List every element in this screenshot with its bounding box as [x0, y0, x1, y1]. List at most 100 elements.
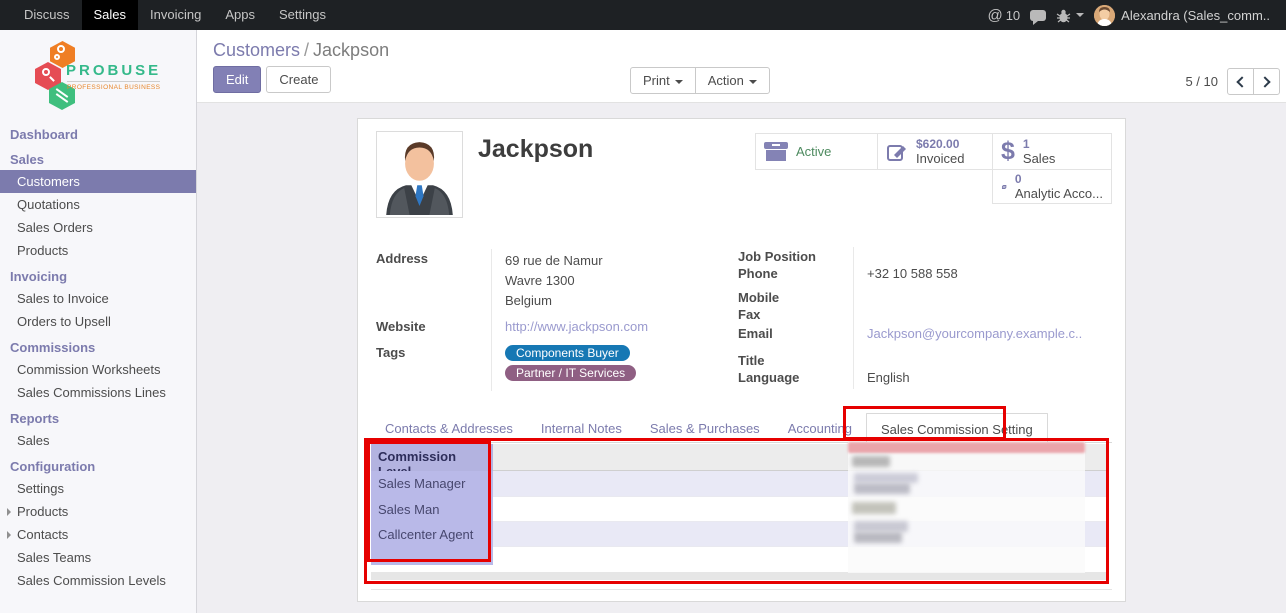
language-value: English: [853, 368, 1110, 389]
menu-sales[interactable]: Sales: [82, 0, 139, 30]
sidebar-item-reports-sales[interactable]: Sales: [0, 429, 196, 452]
action-label: Action: [708, 73, 744, 88]
invoiced-value: $620.00: [916, 138, 964, 151]
active-stat-button[interactable]: Active: [755, 133, 878, 170]
sidebar-item-sales-commission-levels[interactable]: Sales Commission Levels: [0, 569, 196, 592]
sidebar-item-settings[interactable]: Settings: [0, 477, 196, 500]
title-value: [853, 351, 1110, 368]
tab-sales-commission-setting[interactable]: Sales Commission Setting: [866, 413, 1048, 443]
sidebar-heading-configuration[interactable]: Configuration: [0, 452, 196, 477]
email-label: Email: [738, 324, 853, 351]
breadcrumb-separator: /: [300, 40, 313, 60]
sidebar-item-label: Products: [17, 504, 68, 519]
tags-label: Tags: [376, 343, 491, 391]
at-icon: @: [987, 7, 1002, 24]
analytic-accounts-stat-button[interactable]: 0 Analytic Acco...: [992, 169, 1112, 204]
commission-row[interactable]: Sales Manager: [371, 471, 1108, 497]
sidebar-item-config-products[interactable]: Products: [0, 500, 196, 523]
menu-settings[interactable]: Settings: [267, 0, 338, 30]
user-avatar: [1094, 5, 1115, 26]
sidebar-heading-invoicing[interactable]: Invoicing: [0, 262, 196, 287]
print-dropdown[interactable]: Print: [630, 67, 696, 94]
sidebar-heading-reports[interactable]: Reports: [0, 404, 196, 429]
address-line3: Belgium: [505, 291, 728, 311]
pager-previous-button[interactable]: [1227, 68, 1254, 95]
email-link[interactable]: Jackpson@yourcompany.example.c..: [867, 326, 1082, 341]
archive-icon: [764, 142, 788, 161]
messages-button[interactable]: [1030, 10, 1046, 21]
action-dropdown[interactable]: Action: [695, 67, 770, 94]
phone-value: +32 10 588 558: [853, 264, 1110, 288]
brand-name: PROBUSE: [66, 62, 161, 79]
pager-next-button[interactable]: [1253, 68, 1280, 95]
chevron-down-icon: [1076, 13, 1084, 17]
sidebar-item-products[interactable]: Products: [0, 239, 196, 262]
form-sheet: Jackpson Active $620.00 Invo: [357, 118, 1126, 602]
mention-count: 10: [1006, 8, 1020, 23]
tab-contacts-addresses[interactable]: Contacts & Addresses: [371, 413, 527, 442]
redacted-cell: [493, 471, 1108, 497]
sidebar-item-sales-commissions-lines[interactable]: Sales Commissions Lines: [0, 381, 196, 404]
sidebar-item-quotations[interactable]: Quotations: [0, 193, 196, 216]
website-label: Website: [376, 317, 491, 343]
app-logo[interactable]: PROBUSE PROFESSIONAL BUSINESS: [0, 30, 196, 120]
breadcrumb-customers[interactable]: Customers: [213, 40, 300, 60]
user-menu[interactable]: Alexandra (Sales_comm..: [1094, 5, 1270, 26]
sidebar-item-sales-orders[interactable]: Sales Orders: [0, 216, 196, 239]
menu-discuss[interactable]: Discuss: [12, 0, 82, 30]
top-navbar: Discuss Sales Invoicing Apps Settings @ …: [0, 0, 1286, 30]
edit-button[interactable]: Edit: [213, 66, 261, 93]
fields-right-column: Job Position Phone +32 10 588 558 Mobile…: [738, 247, 1110, 389]
control-panel: Customers/Jackpson Edit Create Print Act…: [197, 30, 1286, 103]
sidebar-item-commission-worksheets[interactable]: Commission Worksheets: [0, 358, 196, 381]
chevron-left-icon: [1236, 76, 1247, 87]
edit-invoice-icon: [886, 141, 908, 163]
sidebar-item-config-contacts[interactable]: Contacts: [0, 523, 196, 546]
mobile-value: [853, 288, 1110, 305]
sidebar-item-customers[interactable]: Customers: [0, 170, 196, 193]
tab-sales-purchases[interactable]: Sales & Purchases: [636, 413, 774, 442]
sidebar-heading-commissions[interactable]: Commissions: [0, 333, 196, 358]
sidebar-heading-dashboard[interactable]: Dashboard: [0, 120, 196, 145]
commission-table-header[interactable]: Commission Level: [371, 444, 1108, 471]
tab-internal-notes[interactable]: Internal Notes: [527, 413, 636, 442]
expand-caret-icon: [7, 508, 11, 516]
commission-row[interactable]: Sales Man: [371, 497, 1108, 522]
create-button[interactable]: Create: [266, 66, 331, 93]
sidebar-item-sales-to-invoice[interactable]: Sales to Invoice: [0, 287, 196, 310]
title-label: Title: [738, 351, 853, 368]
top-menus: Discuss Sales Invoicing Apps Settings: [12, 0, 338, 30]
commission-row[interactable]: Callcenter Agent: [371, 522, 1108, 547]
address-line1: 69 rue de Namur: [505, 251, 728, 271]
expand-caret-icon: [7, 531, 11, 539]
menu-invoicing[interactable]: Invoicing: [138, 0, 213, 30]
tab-accounting[interactable]: Accounting: [774, 413, 866, 442]
debug-menu[interactable]: [1056, 8, 1084, 23]
bug-icon: [1056, 8, 1071, 23]
menu-apps[interactable]: Apps: [213, 0, 267, 30]
website-link[interactable]: http://www.jackpson.com: [505, 319, 648, 334]
commission-level-cell: Sales Manager: [371, 471, 493, 497]
list-footer: [371, 572, 1108, 580]
job-position-value: [853, 247, 1110, 264]
sales-stat-button[interactable]: $ 1 Sales: [992, 133, 1112, 170]
invoiced-stat-button[interactable]: $620.00 Invoiced: [877, 133, 993, 170]
content-area: Jackpson Active $620.00 Invo: [197, 103, 1286, 613]
commission-row-empty: [371, 547, 1108, 565]
commission-level-header: Commission Level: [371, 444, 493, 471]
dollar-icon: $: [1001, 137, 1015, 166]
empty-level-cell: [371, 547, 493, 565]
address-line2: Wavre 1300: [505, 271, 728, 291]
breadcrumb-current: Jackpson: [313, 40, 389, 60]
breadcrumb: Customers/Jackpson: [213, 40, 389, 61]
pager: 5 / 10: [1185, 68, 1280, 95]
sidebar-item-orders-to-upsell[interactable]: Orders to Upsell: [0, 310, 196, 333]
sidebar-heading-sales[interactable]: Sales: [0, 145, 196, 170]
page: Discuss Sales Invoicing Apps Settings @ …: [0, 0, 1286, 613]
chevron-down-icon: [749, 80, 757, 84]
job-position-label: Job Position: [738, 247, 853, 264]
analytic-value: 0: [1015, 173, 1103, 186]
mentions-counter[interactable]: @ 10: [987, 7, 1020, 24]
sidebar-item-sales-teams[interactable]: Sales Teams: [0, 546, 196, 569]
message-icon: [1030, 10, 1046, 21]
